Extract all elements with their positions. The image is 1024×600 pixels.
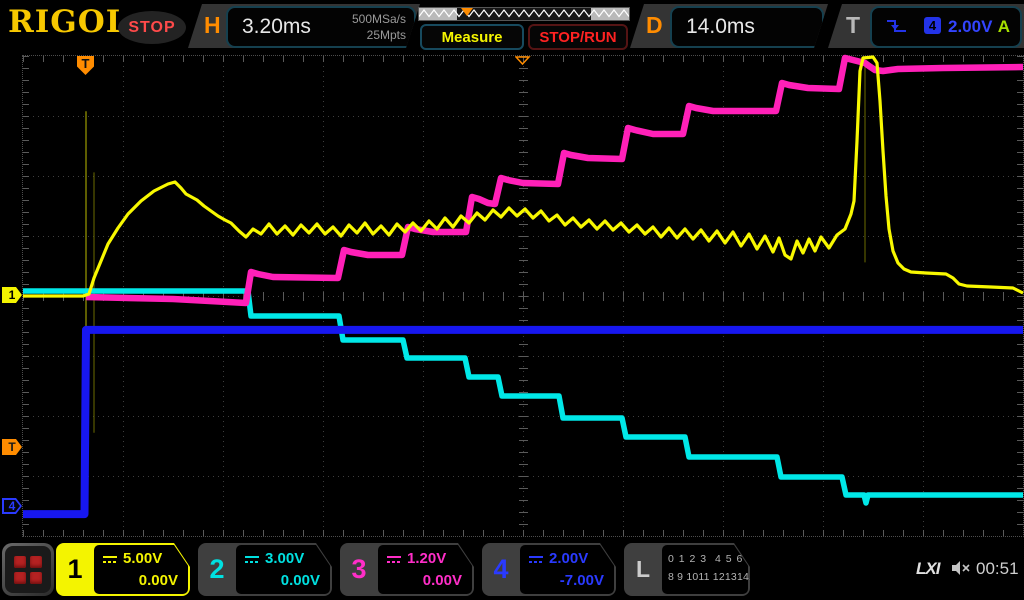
channel2-scale: 3.00V: [265, 550, 305, 567]
waveform-svg: [23, 54, 1024, 519]
top-bar: RIGOL STOP H 3.20ms 500MSa/s 25Mpts Meas…: [0, 0, 1024, 52]
timebase-value: 3.20ms: [242, 15, 311, 38]
dc-coupling-icon: [102, 554, 118, 564]
channel2-offset: 0.00V: [280, 572, 320, 589]
trigger-mode: A: [997, 17, 1010, 36]
delay-value: 14.0ms: [686, 15, 755, 38]
trigger-menu[interactable]: T 4 2.00V A: [828, 4, 1024, 48]
memory-preview-strip[interactable]: [418, 7, 630, 21]
trigger-box[interactable]: 4 2.00V A: [870, 6, 1022, 48]
channel2-panel: 3.00V 0.00V: [236, 545, 330, 594]
trigger-label: T: [846, 12, 861, 38]
logic-analyzer-label: L: [635, 556, 651, 582]
dc-coupling-icon: [244, 554, 260, 564]
channel3-offset: 0.00V: [422, 572, 462, 589]
sample-rate: 500MSa/s 25Mpts: [351, 12, 406, 42]
delay-position-icon: [515, 56, 531, 65]
trace-ch3: [85, 54, 1024, 307]
horizontal-label: H: [204, 12, 221, 38]
lxi-logo: LXI: [916, 559, 940, 578]
ch4-offset-marker[interactable]: 4: [2, 498, 22, 514]
channel2-badge[interactable]: 2 3.00V 0.00V: [198, 543, 332, 596]
bottom-bar: 1 5.00V 0.00V 2 3.00V 0.00V 3 1.20V 0.00…: [0, 540, 1024, 600]
trace-ch2: [23, 288, 1023, 506]
preview-zigzag: [419, 9, 629, 18]
clock: 00:51: [976, 559, 1019, 578]
channel4-panel: 2.00V -7.00V: [520, 545, 614, 594]
digital-channels-row2: 8 9 1011 12131415: [668, 571, 762, 583]
preview-trigger-icon: [461, 8, 473, 16]
ch1-offset-marker[interactable]: 1: [2, 287, 22, 303]
channel4-scale: 2.00V: [549, 550, 589, 567]
preview-waveform: [419, 9, 629, 18]
stop-run-button[interactable]: STOP/RUN: [528, 24, 628, 50]
channel1-badge[interactable]: 1 5.00V 0.00V: [56, 543, 190, 596]
menu-grid-icon: [5, 546, 51, 593]
channel3-scale: 1.20V: [407, 550, 447, 567]
channel3-badge[interactable]: 3 1.20V 0.00V: [340, 543, 474, 596]
channel1-scale: 5.00V: [123, 550, 163, 567]
logic-analyzer-badge[interactable]: L 0 1 2 3 4 5 6 7 8 9 1011 12131415: [624, 543, 750, 596]
speaker-muted-icon: [952, 561, 970, 575]
trigger-level-value: 2.00V: [948, 17, 993, 36]
trigger-level-marker[interactable]: T: [2, 439, 22, 455]
channel3-number: 3: [351, 554, 367, 584]
delay-label: D: [646, 12, 663, 38]
digital-channels-row1: 0 1 2 3 4 5 6 7: [668, 553, 755, 565]
horizontal-menu[interactable]: H 3.20ms 500MSa/s 25Mpts: [188, 4, 420, 48]
rigol-logo: RIGOL: [8, 4, 129, 40]
channel4-offset: -7.00V: [559, 572, 604, 589]
dc-coupling-icon: [528, 554, 544, 564]
menu-button[interactable]: [2, 543, 54, 596]
dc-coupling-icon: [386, 554, 402, 564]
channel4-number: 4: [493, 554, 509, 584]
waveform-display[interactable]: [22, 54, 1024, 537]
delay-menu[interactable]: D 14.0ms: [630, 4, 828, 48]
oscilloscope-screen: RIGOL STOP H 3.20ms 500MSa/s 25Mpts Meas…: [0, 0, 1024, 600]
channel2-number: 2: [209, 554, 225, 584]
falling-edge-icon: [887, 20, 906, 32]
channel1-panel: 5.00V 0.00V: [94, 545, 188, 594]
trigger-source-badge: 4: [924, 17, 941, 34]
channel1-number: 1: [67, 554, 83, 584]
trace-ch1: [23, 55, 1024, 298]
channel3-panel: 1.20V 0.00V: [378, 545, 472, 594]
measure-button[interactable]: Measure: [420, 24, 524, 50]
run-state-badge[interactable]: STOP: [118, 11, 186, 44]
delay-box[interactable]: 14.0ms: [670, 6, 824, 48]
channel4-badge[interactable]: 4 2.00V -7.00V: [482, 543, 616, 596]
trace-ch4: [23, 325, 1023, 519]
timebase-box[interactable]: 3.20ms 500MSa/s 25Mpts: [226, 6, 416, 48]
channel1-offset: 0.00V: [138, 572, 178, 589]
